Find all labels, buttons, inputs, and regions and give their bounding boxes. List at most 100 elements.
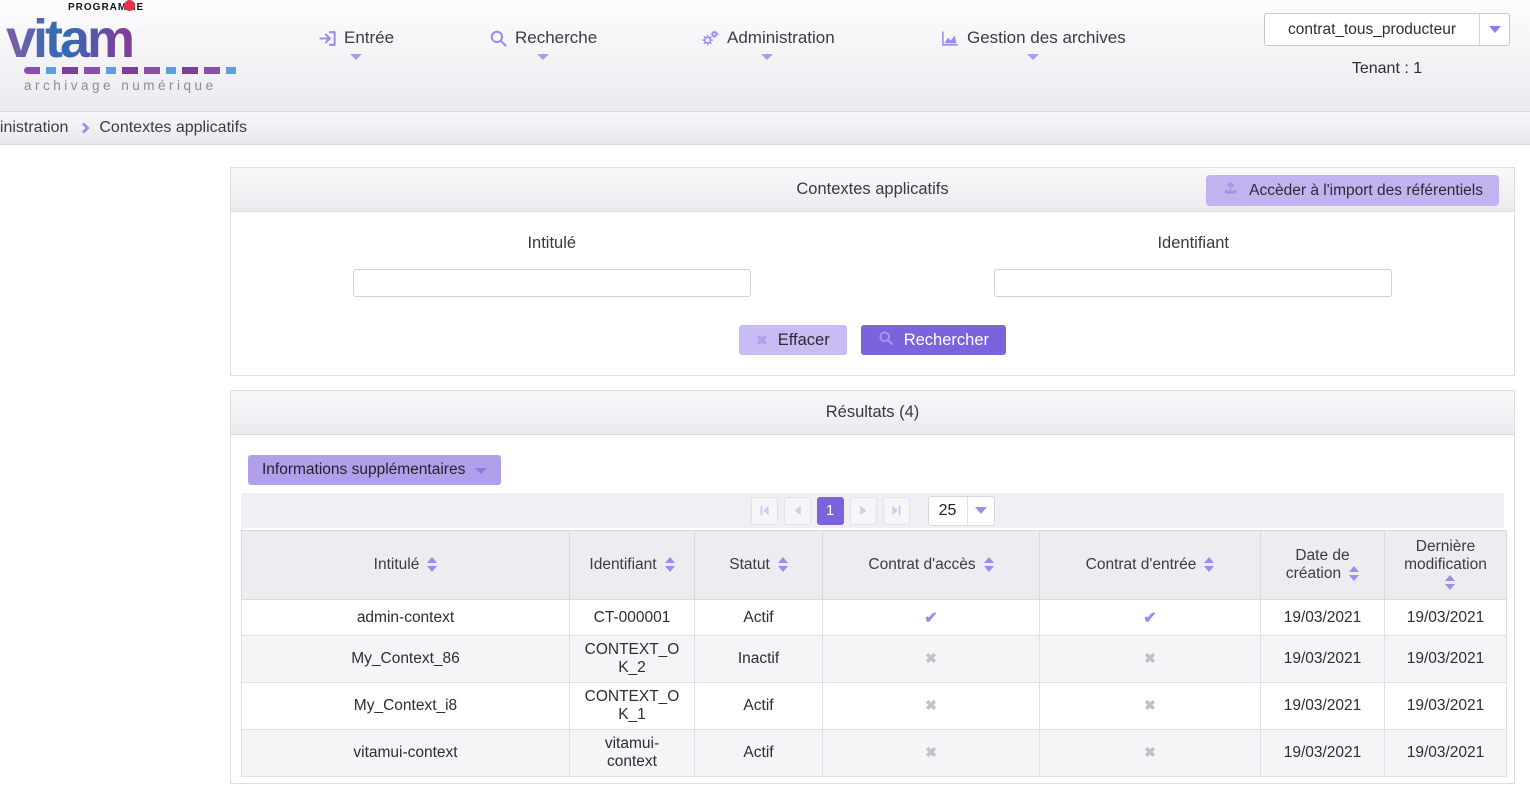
cell-intitule: My_Context_86 <box>242 636 570 683</box>
chevron-down-icon[interactable] <box>967 497 994 525</box>
table-row[interactable]: My_Context_i8 CONTEXT_OK_1 Actif ✖ ✖ 19/… <box>242 683 1507 730</box>
chevron-down-icon <box>475 468 487 474</box>
table-row[interactable]: vitamui-context vitamui-context Actif ✖ … <box>242 730 1507 777</box>
main-content: Contextes applicatifs Accèder à l'import… <box>230 167 1515 784</box>
nav-item-administration[interactable]: Administration <box>700 28 835 60</box>
previous-page-button[interactable] <box>784 497 811 525</box>
gears-icon <box>700 29 720 48</box>
identifiant-label: Identifiant <box>1157 234 1229 253</box>
logo-tagline: archivage numérique <box>24 78 236 93</box>
chevron-down-icon[interactable] <box>1479 14 1509 45</box>
pagination-bar: 1 25 <box>241 493 1504 528</box>
extra-info-button[interactable]: Informations supplémentaires <box>248 455 501 485</box>
nav-item-recherche[interactable]: Recherche <box>489 28 597 60</box>
table-header-row: Intitulé Identifiant Statut Contrat d'ac… <box>242 531 1507 600</box>
field-intitule: Intitulé <box>231 234 873 297</box>
first-page-button[interactable] <box>751 497 778 525</box>
column-header-contrat-entree[interactable]: Contrat d'entrée <box>1040 531 1261 600</box>
import-button-label: Accèder à l'import des référentiels <box>1249 182 1483 200</box>
cell-identifiant: CONTEXT_OK_1 <box>570 683 695 730</box>
cross-icon: ✖ <box>925 650 937 666</box>
cell-derniere-modification: 19/03/2021 <box>1385 730 1507 777</box>
import-referentiels-button[interactable]: Accèder à l'import des référentiels <box>1206 175 1499 206</box>
cell-statut: Actif <box>695 600 823 636</box>
logo-dot <box>124 0 135 11</box>
cell-contrat-acces: ✔ <box>823 600 1040 636</box>
breadcrumb-item-administration[interactable]: Administration <box>0 119 68 137</box>
cell-statut: Actif <box>695 730 823 777</box>
page-size-select[interactable]: 25 <box>928 496 995 526</box>
sign-in-icon <box>318 29 337 48</box>
field-identifiant: Identifiant <box>873 234 1515 297</box>
cell-identifiant: CT-000001 <box>570 600 695 636</box>
cell-date-creation: 19/03/2021 <box>1261 683 1385 730</box>
sort-icon[interactable] <box>1349 566 1359 581</box>
sort-icon[interactable] <box>427 557 437 572</box>
cell-date-creation: 19/03/2021 <box>1261 636 1385 683</box>
chevron-down-icon <box>761 54 773 60</box>
intitule-input[interactable] <box>353 269 751 297</box>
nav-label: Administration <box>727 28 835 48</box>
column-header-identifiant[interactable]: Identifiant <box>570 531 695 600</box>
app-header: PROGRAMME vitam archivage numérique Entr… <box>0 0 1530 112</box>
contract-select[interactable]: contrat_tous_producteur <box>1264 13 1510 46</box>
chevron-down-icon <box>350 54 362 60</box>
cell-contrat-entree: ✖ <box>1040 683 1261 730</box>
clear-x-icon: ✖ <box>756 332 768 349</box>
cell-intitule: admin-context <box>242 600 570 636</box>
search-icon <box>489 29 508 48</box>
intitule-label: Intitulé <box>527 234 576 253</box>
sort-icon[interactable] <box>665 557 675 572</box>
check-icon: ✔ <box>924 610 937 627</box>
search-button-label: Rechercher <box>904 331 989 350</box>
column-header-date-creation[interactable]: Date de création <box>1261 531 1385 600</box>
cross-icon: ✖ <box>1144 744 1156 760</box>
vitam-logo: PROGRAMME vitam archivage numérique <box>6 2 236 93</box>
upload-icon <box>1222 180 1239 201</box>
results-panel: Résultats (4) Informations supplémentair… <box>230 390 1515 784</box>
search-button[interactable]: Rechercher <box>861 325 1006 355</box>
cell-contrat-entree: ✔ <box>1040 600 1261 636</box>
page-size-value: 25 <box>929 497 967 525</box>
cell-date-creation: 19/03/2021 <box>1261 730 1385 777</box>
cell-intitule: My_Context_i8 <box>242 683 570 730</box>
sort-icon[interactable] <box>1204 557 1214 572</box>
column-header-contrat-acces[interactable]: Contrat d'accès <box>823 531 1040 600</box>
nav-label: Gestion des archives <box>967 28 1126 48</box>
column-header-intitule[interactable]: Intitulé <box>242 531 570 600</box>
clear-button[interactable]: ✖ Effacer <box>739 325 847 355</box>
results-title: Résultats (4) <box>826 403 920 422</box>
nav-label: Entrée <box>344 28 394 48</box>
logo-wordmark: vitam <box>6 13 236 65</box>
chevron-down-icon <box>537 54 549 60</box>
column-header-statut[interactable]: Statut <box>695 531 823 600</box>
nav-item-gestion-archives[interactable]: Gestion des archives <box>940 28 1126 60</box>
contract-select-value: contrat_tous_producteur <box>1265 14 1479 45</box>
extra-info-button-label: Informations supplémentaires <box>262 461 465 479</box>
table-row[interactable]: admin-context CT-000001 Actif ✔ ✔ 19/03/… <box>242 600 1507 636</box>
search-panel-header: Contextes applicatifs Accèder à l'import… <box>231 168 1514 212</box>
breadcrumb-item-contextes[interactable]: Contextes applicatifs <box>99 119 247 137</box>
current-page-button[interactable]: 1 <box>817 497 844 525</box>
cell-contrat-acces: ✖ <box>823 683 1040 730</box>
sort-icon[interactable] <box>984 557 994 572</box>
chevron-down-icon <box>1027 54 1039 60</box>
tenant-label: Tenant : 1 <box>1264 60 1510 78</box>
last-page-button[interactable] <box>883 497 910 525</box>
identifiant-input[interactable] <box>994 269 1392 297</box>
nav-label: Recherche <box>515 28 597 48</box>
cell-date-creation: 19/03/2021 <box>1261 600 1385 636</box>
page-title: Contextes applicatifs <box>796 180 948 199</box>
cross-icon: ✖ <box>925 744 937 760</box>
sort-icon[interactable] <box>1445 575 1455 590</box>
nav-item-entree[interactable]: Entrée <box>318 28 394 60</box>
column-header-derniere-modification[interactable]: Dernière modification <box>1385 531 1507 600</box>
cross-icon: ✖ <box>1144 697 1156 713</box>
cell-statut: Inactif <box>695 636 823 683</box>
cross-icon: ✖ <box>925 697 937 713</box>
search-panel: Contextes applicatifs Accèder à l'import… <box>230 167 1515 376</box>
next-page-button[interactable] <box>850 497 877 525</box>
table-row[interactable]: My_Context_86 CONTEXT_OK_2 Inactif ✖ ✖ 1… <box>242 636 1507 683</box>
sort-icon[interactable] <box>778 557 788 572</box>
cell-identifiant: vitamui-context <box>570 730 695 777</box>
